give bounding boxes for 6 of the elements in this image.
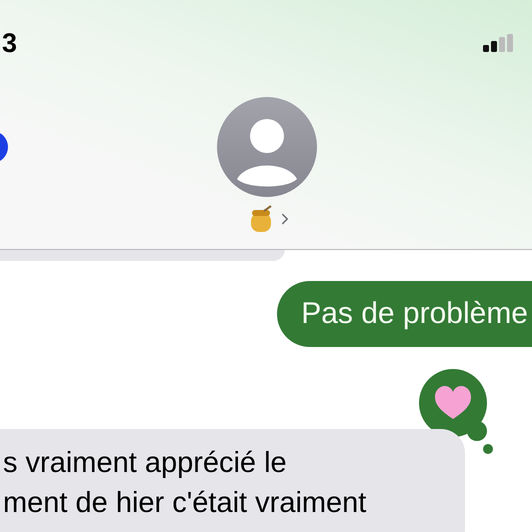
contact-avatar[interactable] bbox=[217, 97, 317, 197]
status-time: 3 bbox=[2, 26, 18, 60]
signal-icon bbox=[483, 34, 515, 52]
incoming-message: s vraiment apprécié le ment de hier c'était vraiment bbox=[0, 429, 465, 532]
honey-pot-icon[interactable] bbox=[248, 205, 274, 233]
outgoing-message: Pas de problème bbox=[277, 281, 532, 347]
